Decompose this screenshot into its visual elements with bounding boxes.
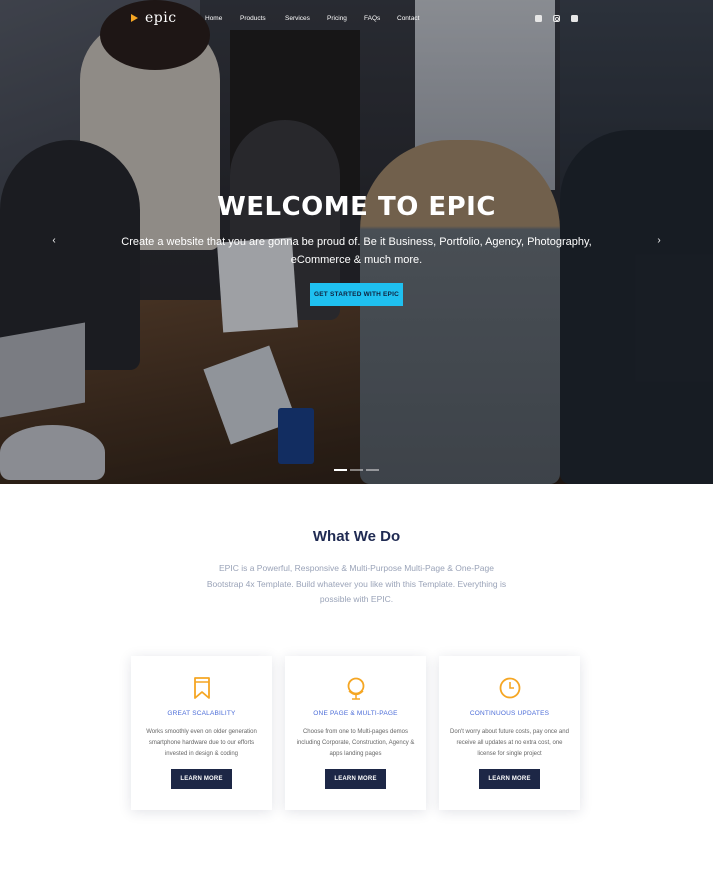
slide-indicator[interactable] — [366, 469, 379, 471]
feature-title: CONTINUOUS UPDATES — [469, 710, 550, 717]
feature-cards: GREAT SCALABILITY Works smoothly even on… — [131, 656, 580, 810]
feature-card: ONE PAGE & MULTI-PAGE Choose from one to… — [285, 656, 426, 810]
feature-card: GREAT SCALABILITY Works smoothly even on… — [131, 656, 272, 810]
feature-description: Works smoothly even on older generation … — [146, 729, 257, 757]
nav-item-pricing[interactable]: Pricing — [327, 15, 347, 22]
twitter-icon[interactable] — [571, 15, 578, 22]
nav-item-products[interactable]: Products — [240, 15, 266, 22]
slide-indicator[interactable] — [350, 469, 363, 471]
hero-slider: epic Home Products Services Pricing FAQs… — [0, 0, 713, 484]
nav-item-contact[interactable]: Contact — [397, 15, 419, 22]
slide-indicator[interactable] — [334, 469, 347, 471]
social-links — [535, 15, 578, 22]
learn-more-button[interactable]: LEARN MORE — [325, 769, 386, 789]
brand-name: epic — [145, 10, 177, 26]
logo-icon — [131, 13, 141, 23]
top-navbar: epic Home Products Services Pricing FAQs… — [0, 0, 713, 40]
instagram-icon[interactable] — [553, 15, 560, 22]
learn-more-button[interactable]: LEARN MORE — [479, 769, 540, 789]
hero-title: WELCOME TO EPIC — [217, 192, 496, 222]
feature-title: ONE PAGE & MULTI-PAGE — [313, 710, 398, 717]
hero-subtitle: Create a website that you are gonna be p… — [121, 236, 592, 266]
globe-icon — [285, 676, 426, 700]
feature-card: CONTINUOUS UPDATES Don't worry about fut… — [439, 656, 580, 810]
nav-item-home[interactable]: Home — [205, 15, 222, 22]
learn-more-button[interactable]: LEARN MORE — [171, 769, 232, 789]
feature-description: Choose from one to Multi-pages demos inc… — [296, 729, 415, 757]
feature-description: Don't worry about future costs, pay once… — [450, 729, 569, 757]
nav-item-faqs[interactable]: FAQs — [364, 15, 380, 22]
get-started-button[interactable]: GET STARTED WITH EPIC — [310, 283, 403, 306]
next-slide-arrow-icon[interactable]: › — [654, 236, 664, 246]
feature-title: GREAT SCALABILITY — [167, 710, 236, 717]
brand-logo[interactable]: epic — [131, 10, 177, 26]
clock-icon — [439, 676, 580, 700]
prev-slide-arrow-icon[interactable]: ‹ — [49, 236, 59, 246]
facebook-icon[interactable] — [535, 15, 542, 22]
section-description: EPIC is a Powerful, Responsive & Multi-P… — [206, 563, 507, 604]
nav-item-services[interactable]: Services — [285, 15, 310, 22]
bookmark-icon — [131, 676, 272, 700]
slider-indicators — [334, 469, 379, 471]
section-title: What We Do — [312, 528, 401, 545]
